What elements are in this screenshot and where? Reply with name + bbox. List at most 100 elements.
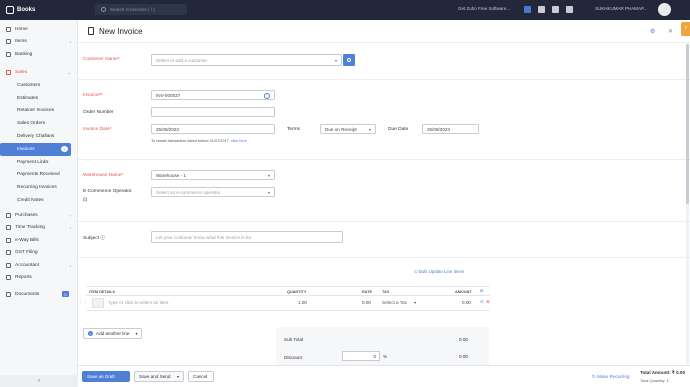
column-settings-icon[interactable]: ⊙: [480, 288, 483, 293]
item-select[interactable]: Type or click to select an item.: [108, 300, 170, 305]
customer-select[interactable]: Select or add a customer ▾: [151, 54, 342, 66]
sidebar-item-sales[interactable]: Sales ⌄: [0, 67, 77, 80]
sidebar-item-payments-received[interactable]: Payments Received: [0, 169, 77, 182]
divider: [78, 79, 690, 80]
due-date-value: 25/08/2023: [427, 126, 450, 132]
sidebar-item-label: Retainer Invoices: [17, 108, 55, 114]
add-invoice-icon[interactable]: +: [61, 146, 68, 153]
sidebar-item-home[interactable]: Home: [0, 23, 77, 36]
gear-icon[interactable]: [264, 92, 270, 99]
backdate-link[interactable]: click here: [231, 139, 247, 143]
chevron-down-icon: ▾: [135, 331, 138, 336]
make-recurring-label: Make Recurring: [597, 374, 630, 379]
order-number-field[interactable]: [151, 107, 275, 117]
totals-panel: Sub Total 0.00 Discount 0 % 0.00: [276, 327, 489, 367]
search-placeholder: Search in Invoices ( / ): [110, 7, 155, 12]
sidebar-item-label: Credit Notes: [17, 198, 44, 204]
due-date-field[interactable]: 25/08/2023: [422, 124, 479, 134]
tax-select[interactable]: Select a Tax: [382, 300, 407, 305]
sidebar-item-payment-links[interactable]: Payment Links: [0, 156, 77, 169]
footer-bar: Save as Draft Save and Send ▾ Cancel ↻ M…: [78, 365, 690, 387]
promo-link[interactable]: Get Zoho Free Software...: [458, 6, 510, 11]
refer-icon[interactable]: [538, 6, 545, 13]
quantity-input[interactable]: 1.00: [298, 300, 307, 305]
sidebar-item-estimates[interactable]: Estimates: [0, 92, 77, 105]
chevron-right-icon: ›: [69, 262, 71, 268]
chevron-down-icon: ▾: [267, 189, 270, 195]
settings-icon[interactable]: [566, 6, 573, 13]
search-icon: [101, 7, 106, 12]
rate-input[interactable]: 0.00: [362, 300, 371, 305]
cancel-label: Cancel: [193, 374, 208, 379]
sidebar-item-banking[interactable]: Banking: [0, 48, 77, 61]
close-icon[interactable]: ✕: [668, 28, 673, 35]
ecommerce-operator-select[interactable]: Select an e-commerce operator ▾: [151, 187, 275, 197]
sidebar-item-customers[interactable]: Customers: [0, 79, 77, 92]
global-search[interactable]: Search in Invoices ( / ): [95, 4, 187, 15]
sidebar-item-recurring-invoices[interactable]: Recurring Invoices: [0, 181, 77, 194]
sidebar-item-label: Time Tracking: [15, 225, 45, 231]
make-recurring-button[interactable]: ↻ Make Recurring: [592, 374, 630, 380]
bulk-update-icon: ⊙: [414, 269, 418, 274]
cart-icon: [6, 70, 11, 76]
bulk-update-link[interactable]: ⊙ Bulk Update Line Items: [414, 269, 464, 275]
collapse-sidebar-button[interactable]: ‹: [0, 375, 78, 387]
documents-count-badge: 0: [62, 291, 69, 298]
divider: [78, 159, 690, 160]
info-icon: ⊡: [83, 197, 88, 203]
chevron-down-icon: ▾: [368, 126, 371, 132]
row-options-icon[interactable]: ⊙: [480, 299, 484, 305]
add-line-button[interactable]: + Add another line ▾: [83, 328, 143, 339]
settings-gear-icon[interactable]: ⚙: [650, 28, 655, 35]
sidebar-item-reports[interactable]: Reports: [0, 271, 77, 284]
chevron-down-icon: ▾: [176, 374, 179, 379]
cancel-button[interactable]: Cancel: [188, 371, 214, 382]
sidebar-item-label: Home: [15, 26, 28, 32]
user-name[interactable]: SUKHKUMAR PHAMAP...: [595, 6, 647, 11]
subject-textarea[interactable]: Let your customer know what this Invoice…: [151, 231, 343, 243]
help-tab[interactable]: ?: [681, 22, 690, 36]
customer-name-label: Customer Name*: [83, 57, 120, 62]
books-logo-icon: [6, 6, 14, 14]
sidebar-item-time-tracking[interactable]: Time Tracking ›: [0, 221, 77, 234]
app-logo[interactable]: Books: [0, 0, 78, 20]
scrollbar-thumb[interactable]: [686, 44, 689, 204]
customer-search-button[interactable]: [343, 54, 355, 66]
sidebar-item-items[interactable]: Items ›: [0, 36, 77, 49]
sidebar-item-credit-notes[interactable]: Credit Notes: [0, 194, 77, 207]
column-header: TAX: [382, 290, 390, 294]
sidebar-item-gst-filing[interactable]: GST Filing: [0, 246, 77, 259]
items-icon: [6, 39, 11, 45]
save-draft-button[interactable]: Save as Draft: [82, 371, 130, 382]
column-header: ITEM DETAILS: [89, 290, 116, 294]
scrollbar[interactable]: [686, 44, 689, 364]
sidebar-item-delivery-challans[interactable]: Delivery Challans: [0, 130, 77, 143]
sidebar-item-retainer-invoices[interactable]: Retainer Invoices: [0, 105, 77, 118]
save-send-button[interactable]: Save and Send ▾: [134, 371, 184, 382]
remove-row-icon[interactable]: ⊗: [486, 299, 490, 305]
reports-icon: [6, 275, 11, 281]
sidebar-item-documents[interactable]: Documents 0: [0, 288, 77, 301]
discount-unit-select[interactable]: %: [383, 354, 387, 359]
sidebar-item-sales-orders[interactable]: Sales Orders: [0, 117, 77, 130]
quick-create-icon[interactable]: [524, 6, 531, 13]
chevron-left-icon: ‹: [38, 378, 40, 384]
sidebar-item-accountant[interactable]: Accountant ›: [0, 259, 77, 272]
subject-placeholder: Let your customer know what this Invoice…: [156, 234, 252, 240]
sidebar-item-invoices[interactable]: Invoices +: [0, 142, 71, 156]
sidebar-item-purchases[interactable]: Purchases ›: [0, 209, 77, 222]
invoice-number-field[interactable]: INV-000037: [151, 90, 275, 100]
backdate-note-text: To create transaction dated before 01/07…: [151, 139, 230, 143]
terms-value: Due on Receipt: [325, 126, 357, 132]
terms-select[interactable]: Due on Receipt ▾: [320, 124, 376, 134]
page-title: New Invoice: [99, 26, 143, 36]
chevron-down-icon: ⌄: [67, 70, 71, 76]
sidebar-item-label: e-Way Bills: [15, 237, 39, 243]
sidebar-item-eway-bills[interactable]: e-Way Bills: [0, 234, 77, 247]
discount-input[interactable]: 0: [342, 351, 380, 361]
warehouse-label: Warehouse Name*: [83, 173, 124, 178]
notification-icon[interactable]: [552, 6, 559, 13]
invoice-date-field[interactable]: 25/08/2023: [151, 124, 275, 134]
avatar[interactable]: [658, 3, 671, 16]
warehouse-select[interactable]: Warehouse - 1 ▾: [151, 170, 275, 180]
